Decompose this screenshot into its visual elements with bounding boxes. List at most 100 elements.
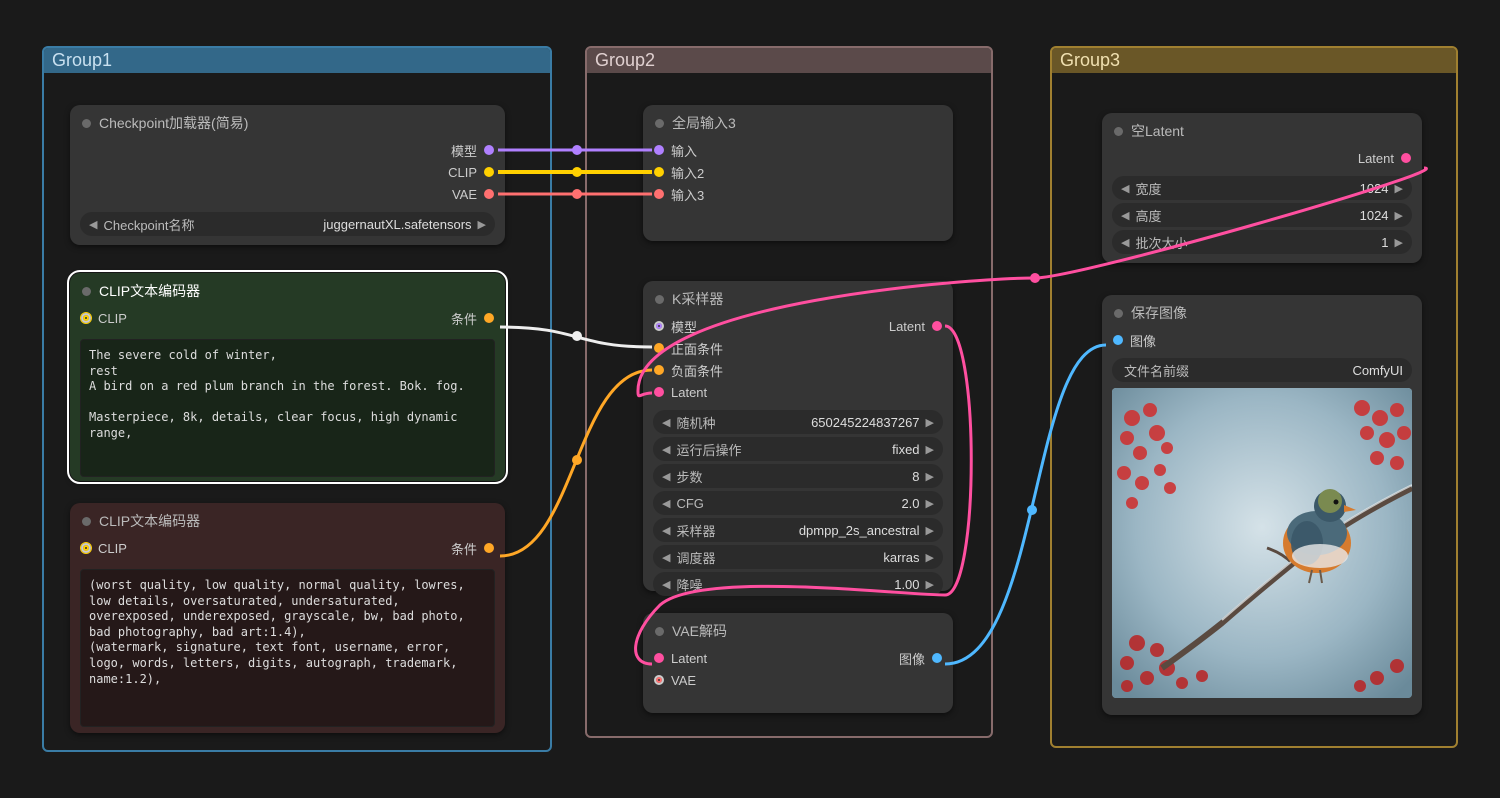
port-latent-in[interactable]: [654, 387, 664, 397]
arrow-right-icon[interactable]: ▶: [1392, 236, 1406, 249]
arrow-left-icon[interactable]: ◀: [1118, 236, 1132, 249]
textarea-prompt[interactable]: The severe cold of winter, rest A bird o…: [80, 339, 495, 477]
arrow-right-icon[interactable]: ▶: [1392, 182, 1406, 195]
node-empty-latent[interactable]: 空Latent Latent ◀宽度1024▶ ◀高度1024▶ ◀批次大小1▶: [1102, 113, 1422, 263]
group-2-title[interactable]: Group2: [587, 48, 991, 73]
node-vae-decode[interactable]: VAE解码 Latent 图像 VAE: [643, 613, 953, 713]
arrow-right-icon[interactable]: ▶: [923, 497, 937, 510]
collapse-dot-icon[interactable]: [82, 119, 91, 128]
node-title[interactable]: CLIP文本编码器: [70, 503, 505, 537]
collapse-dot-icon[interactable]: [655, 627, 664, 636]
widget-after[interactable]: ◀运行后操作fixed▶: [653, 437, 943, 461]
port-cond-out[interactable]: [484, 313, 494, 323]
collapse-dot-icon[interactable]: [1114, 309, 1123, 318]
arrow-left-icon[interactable]: ◀: [1118, 209, 1132, 222]
port-latent-out[interactable]: [932, 321, 942, 331]
arrow-left-icon[interactable]: ◀: [659, 416, 673, 429]
node-title[interactable]: 保存图像: [1102, 295, 1422, 329]
node-checkpoint-loader[interactable]: Checkpoint加载器(简易) 模型 CLIP VAE ◀ Checkpoi…: [70, 105, 505, 245]
arrow-right-icon[interactable]: ▶: [923, 524, 937, 537]
input-latent: Latent: [671, 385, 707, 400]
input-3-label: 输入3: [671, 185, 704, 204]
port-vae[interactable]: [484, 189, 494, 199]
input-model: 模型: [671, 317, 697, 336]
port-latent-in[interactable]: [654, 653, 664, 663]
collapse-dot-icon[interactable]: [655, 295, 664, 304]
node-save-image[interactable]: 保存图像 图像 文件名前缀 ComfyUI: [1102, 295, 1422, 715]
node-title[interactable]: 全局输入3: [643, 105, 953, 139]
node-title-text: K采样器: [672, 289, 723, 309]
arrow-left-icon[interactable]: ◀: [1118, 182, 1132, 195]
collapse-dot-icon[interactable]: [82, 287, 91, 296]
node-title-text: CLIP文本编码器: [99, 281, 200, 301]
port-clip-in[interactable]: [81, 313, 91, 323]
arrow-left-icon[interactable]: ◀: [659, 497, 673, 510]
widget-denoise[interactable]: ◀降噪1.00▶: [653, 572, 943, 596]
group-2[interactable]: Group2 全局输入3 输入 输入2 输入3 K采样器 模型 Late: [585, 46, 993, 738]
arrow-right-icon[interactable]: ▶: [1392, 209, 1406, 222]
arrow-right-icon[interactable]: ▶: [923, 416, 937, 429]
node-title-text: CLIP文本编码器: [99, 511, 200, 531]
group-3-title[interactable]: Group3: [1052, 48, 1456, 73]
arrow-right-icon[interactable]: ▶: [923, 551, 937, 564]
input-negative: 负面条件: [671, 361, 723, 380]
arrow-left-icon[interactable]: ◀: [659, 470, 673, 483]
arrow-right-icon[interactable]: ▶: [923, 443, 937, 456]
output-clip: CLIP: [448, 165, 477, 180]
node-global-input-3[interactable]: 全局输入3 输入 输入2 输入3: [643, 105, 953, 241]
group-1-title[interactable]: Group1: [44, 48, 550, 73]
port-model-in[interactable]: [654, 321, 664, 331]
output-model: 模型: [451, 141, 477, 160]
widget-cfg[interactable]: ◀CFG2.0▶: [653, 491, 943, 515]
widget-height[interactable]: ◀高度1024▶: [1112, 203, 1412, 227]
port-clip-in[interactable]: [81, 543, 91, 553]
group-3[interactable]: Group3 空Latent Latent ◀宽度1024▶ ◀高度1024▶ …: [1050, 46, 1458, 748]
node-title[interactable]: CLIP文本编码器: [70, 273, 505, 307]
widget-steps[interactable]: ◀步数8▶: [653, 464, 943, 488]
widget-checkpoint-name[interactable]: ◀ Checkpoint名称 juggernautXL.safetensors …: [80, 212, 495, 236]
widget-seed[interactable]: ◀随机种650245224837267▶: [653, 410, 943, 434]
arrow-left-icon[interactable]: ◀: [659, 551, 673, 564]
arrow-left-icon[interactable]: ◀: [659, 578, 673, 591]
group-1[interactable]: Group1 Checkpoint加载器(简易) 模型 CLIP VAE ◀: [42, 46, 552, 752]
port-negative-in[interactable]: [654, 365, 664, 375]
arrow-right-icon[interactable]: ▶: [923, 578, 937, 591]
port-image-out[interactable]: [932, 653, 942, 663]
arrow-right-icon[interactable]: ▶: [475, 218, 489, 231]
widget-width[interactable]: ◀宽度1024▶: [1112, 176, 1412, 200]
widget-batch[interactable]: ◀批次大小1▶: [1112, 230, 1412, 254]
textarea-negative-prompt[interactable]: (worst quality, low quality, normal qual…: [80, 569, 495, 727]
port-clip[interactable]: [484, 167, 494, 177]
output-image-preview[interactable]: [1112, 388, 1412, 698]
port-image-in[interactable]: [1113, 335, 1123, 345]
node-title[interactable]: VAE解码: [643, 613, 953, 647]
port-model[interactable]: [484, 145, 494, 155]
port-vae-in[interactable]: [654, 675, 664, 685]
port-in-2[interactable]: [654, 167, 664, 177]
output-latent: Latent: [1358, 151, 1394, 166]
collapse-dot-icon[interactable]: [1114, 127, 1123, 136]
port-cond-out[interactable]: [484, 543, 494, 553]
input-image: 图像: [1130, 331, 1156, 350]
input-2-label: 输入2: [671, 163, 704, 182]
node-clip-text-encode-negative[interactable]: CLIP文本编码器 CLIP 条件 (worst quality, low qu…: [70, 503, 505, 733]
node-clip-text-encode-positive[interactable]: CLIP文本编码器 CLIP 条件 The severe cold of win…: [70, 273, 505, 481]
port-positive-in[interactable]: [654, 343, 664, 353]
arrow-right-icon[interactable]: ▶: [923, 470, 937, 483]
port-latent-out[interactable]: [1401, 153, 1411, 163]
arrow-left-icon[interactable]: ◀: [86, 218, 100, 231]
widget-filename-prefix[interactable]: 文件名前缀 ComfyUI: [1112, 358, 1412, 382]
widget-scheduler[interactable]: ◀调度器karras▶: [653, 545, 943, 569]
collapse-dot-icon[interactable]: [655, 119, 664, 128]
collapse-dot-icon[interactable]: [82, 517, 91, 526]
node-ksampler[interactable]: K采样器 模型 Latent 正面条件 负面条件 Latent ◀随机种6502…: [643, 281, 953, 591]
arrow-left-icon[interactable]: ◀: [659, 524, 673, 537]
arrow-left-icon[interactable]: ◀: [659, 443, 673, 456]
node-title[interactable]: 空Latent: [1102, 113, 1422, 147]
node-title-text: 保存图像: [1131, 303, 1187, 323]
widget-sampler[interactable]: ◀采样器dpmpp_2s_ancestral▶: [653, 518, 943, 542]
port-in-3[interactable]: [654, 189, 664, 199]
port-in-1[interactable]: [654, 145, 664, 155]
node-title[interactable]: Checkpoint加载器(简易): [70, 105, 505, 139]
node-title[interactable]: K采样器: [643, 281, 953, 315]
